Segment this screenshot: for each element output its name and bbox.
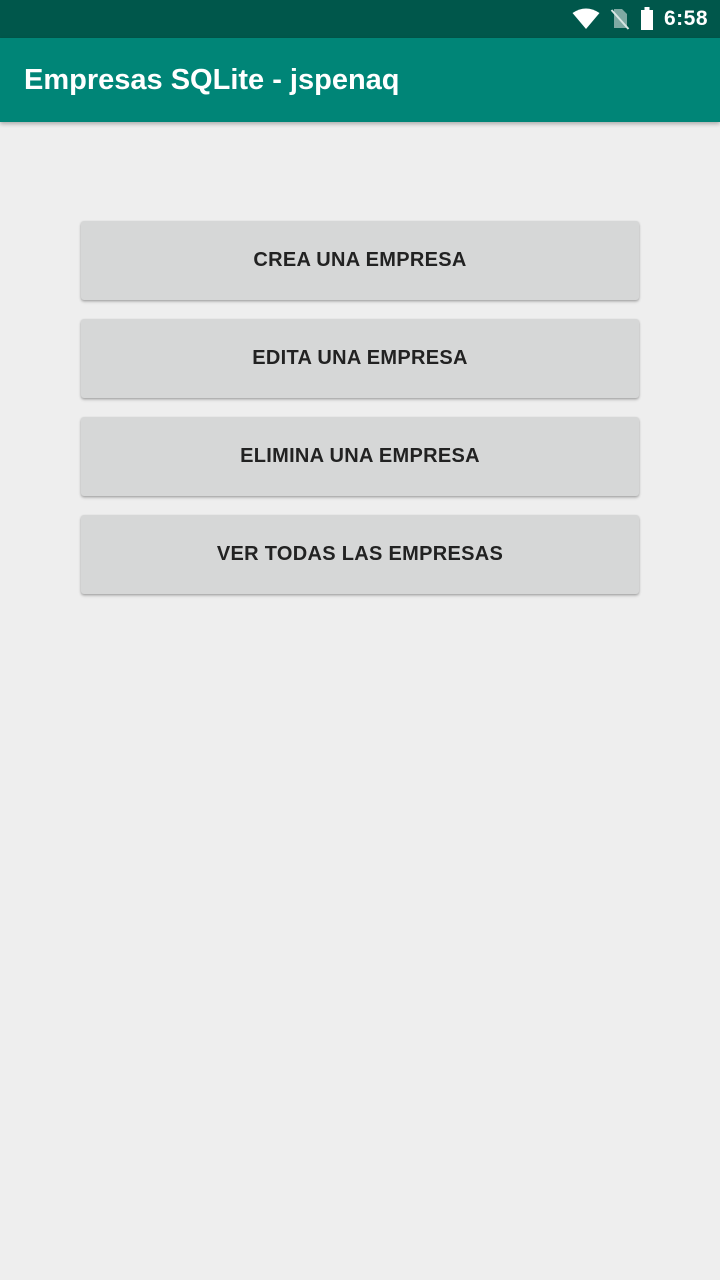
wifi-icon xyxy=(572,8,600,30)
app-title: Empresas SQLite - jspenaq xyxy=(24,64,400,96)
status-bar: 6:58 xyxy=(0,0,720,38)
battery-icon xyxy=(640,7,654,31)
edit-company-button[interactable]: EDITA UNA EMPRESA xyxy=(81,319,639,398)
status-time: 6:58 xyxy=(663,7,708,30)
delete-company-button[interactable]: ELIMINA UNA EMPRESA xyxy=(81,417,639,496)
no-sim-icon xyxy=(610,8,630,30)
create-company-button[interactable]: CREA UNA EMPRESA xyxy=(81,221,639,300)
status-icons: 6:58 xyxy=(572,0,708,38)
app-bar: Empresas SQLite - jspenaq xyxy=(0,38,720,122)
button-list: CREA UNA EMPRESA EDITA UNA EMPRESA ELIMI… xyxy=(81,221,639,613)
view-all-companies-button[interactable]: VER TODAS LAS EMPRESAS xyxy=(81,515,639,594)
